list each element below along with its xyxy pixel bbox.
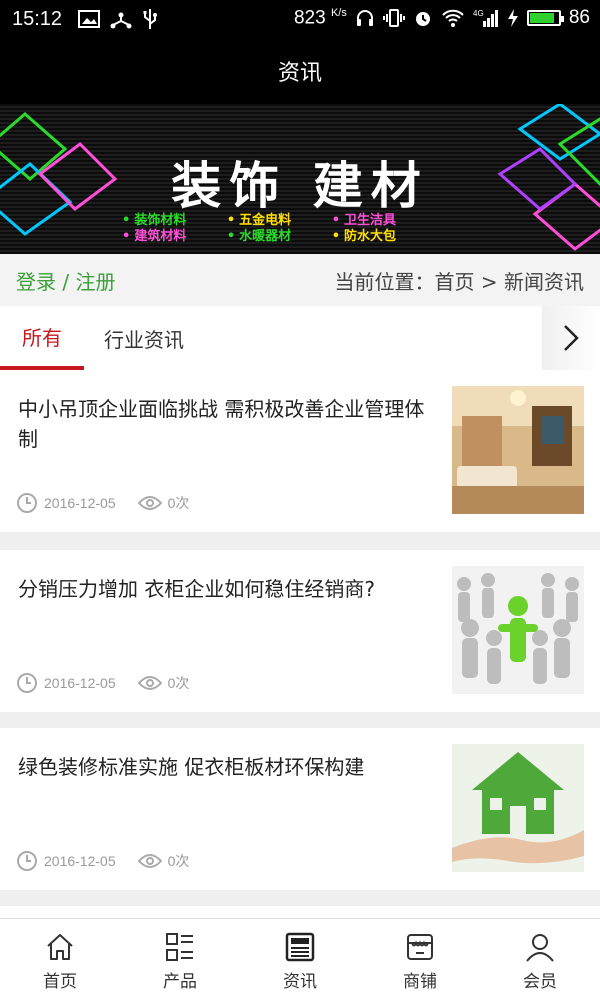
news-title[interactable]: 绿色装修标准实施 促衣柜板材环保构建 <box>18 752 428 782</box>
signal-icon: 4G <box>473 9 498 28</box>
nav-home[interactable]: 首页 <box>0 919 120 1000</box>
clock-icon <box>17 673 37 693</box>
status-time: 15:12 <box>12 8 63 30</box>
tab-all[interactable]: 所有 <box>0 306 84 370</box>
banner-title: 装饰 建材 <box>171 157 429 215</box>
clock-icon <box>17 851 37 871</box>
eye-icon <box>137 676 162 690</box>
news-meta: 2016-12-05 0次 <box>16 672 189 694</box>
login-register-link[interactable]: 登录 / 注册 <box>16 266 115 295</box>
news-thumbnail[interactable] <box>452 386 584 514</box>
battery-icon <box>526 10 564 27</box>
banner-tag: 建筑材料 <box>134 229 187 244</box>
green-house-hand-image <box>452 744 584 872</box>
news-date: 2016-12-05 <box>44 853 116 869</box>
status-bar: 15:12 823 K/s 4G 86 <box>0 0 600 38</box>
news-item[interactable]: 中小吊顶企业面临挑战 需积极改善企业管理体制 2016-12-05 0次 <box>0 370 600 532</box>
vibrate-icon <box>382 9 405 28</box>
nav-member-label: 会员 <box>523 972 557 992</box>
news-meta: 2016-12-05 0次 <box>16 850 189 872</box>
crowd-figures-image <box>452 566 584 694</box>
nav-member[interactable]: 会员 <box>480 919 600 1000</box>
tabs-more-button[interactable] <box>542 306 600 370</box>
news-views: 0次 <box>137 493 190 513</box>
nav-stores[interactable]: 商铺 <box>360 919 480 1000</box>
usb-share-icon <box>110 12 132 29</box>
news-date: 2016-12-05 <box>44 495 116 511</box>
news-date: 2016-12-05 <box>44 675 116 691</box>
nav-news[interactable]: 资讯 <box>240 919 360 1000</box>
news-icon <box>285 932 315 962</box>
page-title: 资讯 <box>277 61 322 86</box>
status-right: 823 K/s 4G 86 <box>294 7 590 29</box>
wifi-icon <box>442 9 464 28</box>
news-views: 0次 <box>137 673 190 693</box>
chevron-right-icon <box>564 325 579 351</box>
headset-icon <box>356 10 373 27</box>
category-tabs: 所有 行业资讯 <box>0 306 600 370</box>
battery-fill <box>529 13 554 24</box>
battery-percent: 86 <box>568 7 590 29</box>
eye-icon <box>137 496 162 510</box>
net-speed-unit: K/s <box>330 7 347 19</box>
news-meta: 2016-12-05 0次 <box>16 492 189 514</box>
alarm-icon <box>415 12 430 27</box>
news-item[interactable]: 分销压力增加 衣柜企业如何稳住经销商? 2016-12-05 0次 <box>0 550 600 712</box>
breadcrumb: 当前位置：首页 > 新闻资讯 <box>334 269 584 294</box>
user-icon <box>526 934 554 962</box>
news-view-count: 0次 <box>167 853 190 869</box>
store-icon <box>407 934 433 960</box>
net-speed: 823 K/s <box>294 7 347 29</box>
eye-icon <box>137 854 162 868</box>
news-views: 0次 <box>137 851 190 871</box>
usb-icon <box>143 9 157 29</box>
net-speed-value: 823 <box>293 7 326 29</box>
nav-products-label: 产品 <box>163 972 197 992</box>
news-item[interactable] <box>0 906 600 918</box>
banner-image[interactable]: 装饰 建材 • 装饰材料 • 五金电料 • 卫生洁具 • 建筑材料 • 水暖器材 • 防水大… <box>0 104 600 254</box>
news-item[interactable]: 绿色装修标准实施 促衣柜板材环保构建 2016-12-05 0次 <box>0 728 600 890</box>
news-thumbnail[interactable] <box>452 566 584 694</box>
news-thumbnail[interactable] <box>452 744 584 872</box>
news-view-count: 0次 <box>167 675 190 691</box>
banner-tag: 防水大包 <box>344 229 397 244</box>
banner-tag: 水暖器材 <box>239 229 292 244</box>
nav-home-label: 首页 <box>43 972 77 992</box>
status-left-icons <box>78 8 158 30</box>
app-header: 资讯 <box>0 38 600 104</box>
charging-icon <box>507 9 518 28</box>
banner-row-2: • 建筑材料 • 水暖器材 • 防水大包 <box>122 229 397 244</box>
nav-news-label: 资讯 <box>283 972 317 992</box>
nav-products[interactable]: 产品 <box>120 919 240 1000</box>
tab-industry-news[interactable]: 行业资讯 <box>104 306 184 370</box>
news-view-count: 0次 <box>167 495 190 511</box>
svg-text:4G: 4G <box>473 9 484 18</box>
news-title[interactable]: 分销压力增加 衣柜企业如何稳住经销商? <box>18 574 428 604</box>
location-bar: 登录 / 注册 当前位置：首页 > 新闻资讯 <box>0 254 600 306</box>
home-icon <box>47 934 73 960</box>
clock-icon <box>17 493 37 513</box>
news-title[interactable]: 中小吊顶企业面临挑战 需积极改善企业管理体制 <box>18 394 428 454</box>
bottom-navigation: 首页 产品 资讯 商铺 会员 <box>0 918 600 1000</box>
living-room-image <box>452 386 584 514</box>
image-icon <box>78 10 100 28</box>
nav-stores-label: 商铺 <box>403 972 437 992</box>
grid-list-icon <box>166 933 193 961</box>
